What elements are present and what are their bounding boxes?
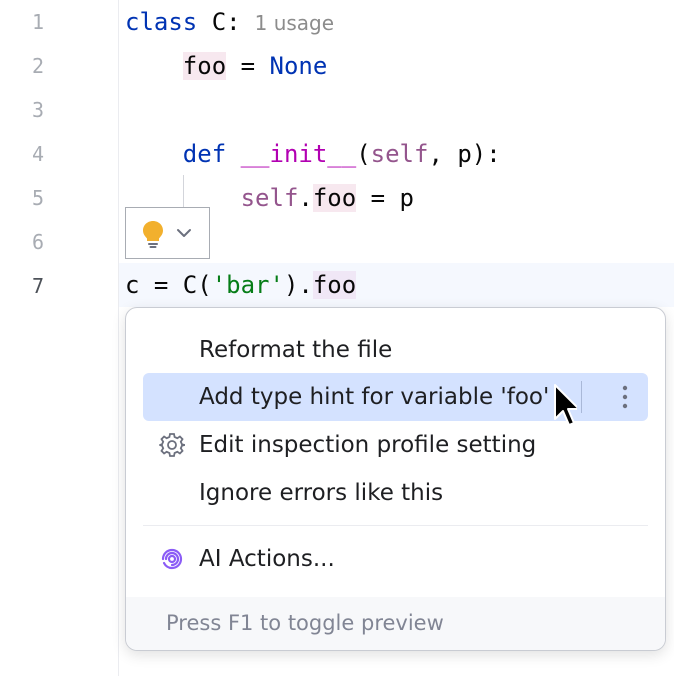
init-function: __init__ bbox=[240, 140, 357, 168]
line-number: 1 bbox=[31, 10, 44, 34]
keyword-def: def bbox=[182, 140, 227, 168]
gear-icon bbox=[159, 433, 185, 457]
indent-guide bbox=[183, 175, 184, 211]
intention-actions-popup: Reformat the file Add type hint for vari… bbox=[125, 307, 666, 651]
code-line-2[interactable]: foo = None bbox=[125, 44, 327, 88]
menu-item-reformat[interactable]: Reformat the file bbox=[143, 326, 648, 374]
popup-footer: Press F1 to toggle preview bbox=[126, 597, 665, 650]
code-mid: ). bbox=[283, 271, 313, 299]
menu-item-label: Ignore errors like this bbox=[199, 480, 444, 506]
self-ref: self bbox=[240, 184, 299, 212]
menu-item-ai-actions[interactable]: AI Actions... bbox=[143, 535, 648, 583]
menu-item-label: AI Actions... bbox=[199, 546, 335, 572]
paren-open: ( bbox=[356, 140, 371, 168]
line-number-gutter: 1 2 3 4 5 6 7 bbox=[0, 0, 119, 676]
chevron-down-icon bbox=[177, 229, 191, 237]
line-number: 3 bbox=[31, 98, 44, 122]
line-number: 6 bbox=[31, 230, 44, 254]
code-line-4[interactable]: def __init__(self, p): bbox=[125, 132, 501, 176]
keyword-class: class bbox=[125, 8, 198, 36]
menu-divider bbox=[143, 525, 648, 526]
usage-hint[interactable]: 1 usage bbox=[255, 11, 334, 35]
self-param: self bbox=[370, 140, 429, 168]
line-number: 2 bbox=[31, 54, 44, 78]
assign-rest: = p bbox=[356, 184, 414, 212]
menu-item-label: Add type hint for variable 'foo' bbox=[199, 384, 550, 410]
mouse-cursor-icon bbox=[554, 384, 577, 426]
class-name: C: bbox=[197, 8, 241, 36]
more-vertical-icon[interactable] bbox=[622, 385, 628, 409]
line-number-current: 7 bbox=[31, 274, 44, 298]
code-line-7[interactable]: c = C('bar').foo bbox=[125, 263, 357, 307]
lightbulb-icon bbox=[143, 221, 163, 248]
code-prefix: c = C( bbox=[125, 271, 212, 299]
line-number: 4 bbox=[31, 142, 44, 166]
line-number: 5 bbox=[31, 186, 44, 210]
none-literal: None bbox=[269, 52, 328, 80]
menu-item-label: Edit inspection profile setting bbox=[199, 432, 537, 458]
item-separator bbox=[581, 381, 582, 413]
assign-op: = bbox=[226, 52, 270, 80]
code-line-1[interactable]: class C: 1 usage bbox=[125, 0, 334, 44]
attr-foo: foo bbox=[312, 184, 357, 212]
ai-spiral-icon bbox=[161, 548, 183, 570]
dot: . bbox=[298, 184, 313, 212]
attr-foo-usage: foo bbox=[312, 271, 357, 299]
menu-item-ignore-errors[interactable]: Ignore errors like this bbox=[143, 469, 648, 517]
string-literal: 'bar' bbox=[211, 271, 284, 299]
var-foo: foo bbox=[182, 52, 227, 80]
intention-bulb-button[interactable] bbox=[125, 207, 210, 259]
footer-hint: Press F1 to toggle preview bbox=[166, 611, 444, 635]
menu-item-label: Reformat the file bbox=[199, 337, 393, 363]
params-rest: , p): bbox=[428, 140, 501, 168]
